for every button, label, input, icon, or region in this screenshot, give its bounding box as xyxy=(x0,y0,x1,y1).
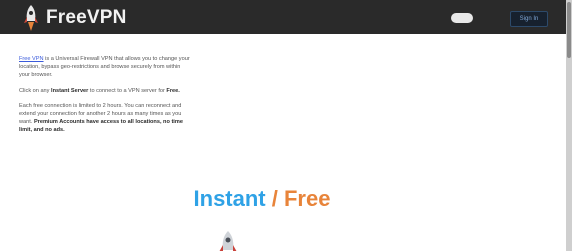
intro-text: Free VPN is a Universal Firewall VPN tha… xyxy=(19,55,191,142)
intro-p1-text: is a Universal Firewall VPN that allows … xyxy=(19,56,190,79)
page: FreeVPN Sign In Free VPN is a Universal … xyxy=(0,0,566,251)
intro-p3-bold: Premium Accounts have access to all loca… xyxy=(19,119,183,134)
top-nav-bar: FreeVPN Sign In xyxy=(0,0,566,34)
intro-p2-bold-server: Instant Server xyxy=(51,87,89,94)
rocket-illustration-icon xyxy=(219,231,237,251)
scrollbar-thumb[interactable] xyxy=(567,2,571,58)
rocket-logo-icon[interactable] xyxy=(22,4,40,32)
intro-p2-bold-free: Free. xyxy=(166,87,180,94)
sign-in-button[interactable]: Sign In xyxy=(510,11,548,27)
intro-paragraph-2: Click on any Instant Server to connect t… xyxy=(19,87,191,95)
intro-p2-mid: to connect to a VPN server xyxy=(88,87,159,94)
hero-free: Free xyxy=(283,186,331,211)
hero-instant: Instant xyxy=(193,186,266,211)
intro-paragraph-1: Free VPN is a Universal Firewall VPN tha… xyxy=(19,55,191,80)
intro-p2-pre: Click on any xyxy=(19,87,52,94)
hero-heading: Instant / Free xyxy=(0,186,524,212)
theme-toggle[interactable] xyxy=(451,13,473,23)
page-scrollbar[interactable] xyxy=(566,0,572,251)
intro-paragraph-3: Each free connection is limited to 2 hou… xyxy=(19,102,191,135)
brand-name[interactable]: FreeVPN xyxy=(46,7,127,29)
hero-separator: / xyxy=(265,186,284,211)
free-vpn-link[interactable]: Free VPN xyxy=(19,56,44,62)
